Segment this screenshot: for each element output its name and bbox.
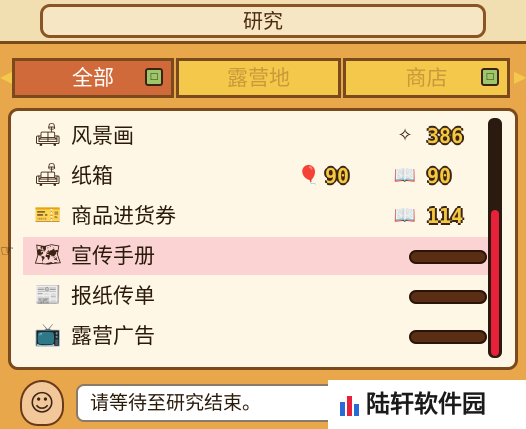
ticket-icon: 🎫 [34, 203, 62, 228]
book-icon: 📖 [393, 205, 417, 226]
research-item-name: 报纸传单 [71, 284, 155, 308]
research-item-camp-ad[interactable]: 📺 露营广告 [23, 317, 493, 355]
research-item-brochure[interactable]: 🗺 宣传手册 [23, 237, 493, 275]
research-item-name: 纸箱 [71, 164, 113, 188]
research-item-coupon[interactable]: 🎫 商品进货券 📖 114 [23, 197, 493, 235]
research-cost-value: 90 [427, 164, 452, 188]
scrollbar-thumb[interactable] [491, 210, 499, 356]
book-icon: 📖 [393, 165, 417, 186]
research-item-newspaper[interactable]: 📰 报纸传单 [23, 277, 493, 315]
research-item-name: 商品进货券 [71, 204, 176, 228]
research-cost-value: 90 [325, 164, 350, 188]
watermark-text: 陆轩软件园 [366, 390, 486, 418]
watermark: 陆轩软件园 [328, 380, 526, 429]
tab-shop[interactable]: 商店 □ [343, 58, 510, 98]
research-item-name: 风景画 [71, 124, 134, 148]
title-bar: 研究 [0, 0, 526, 44]
tab-campsite-label: 露营地 [227, 66, 290, 90]
tab-shop-label: 商店 [405, 66, 448, 90]
list-scrollbar[interactable] [488, 118, 502, 358]
status-message: 请等待至研究结束。 [90, 392, 262, 414]
research-item-name: 露营广告 [71, 324, 155, 348]
page-title: 研究 [40, 4, 486, 38]
advisor-avatar: ☺ [20, 380, 64, 426]
research-item-cardboard[interactable]: 🛋 纸箱 🎈 90 📖 90 [23, 157, 493, 195]
tab-shop-badge: □ [481, 68, 499, 86]
tab-all-label: 全部 [72, 66, 114, 90]
research-list-panel: 🛋 风景画 ✧ 386 🛋 纸箱 🎈 90 📖 90 🎫 商品进货券 📖 114… [8, 108, 518, 370]
balloon-icon: 🎈 [297, 165, 321, 186]
research-progress-bar [409, 290, 487, 304]
message-footer: ☺ 请等待至研究结束。 陆轩软件园 [0, 376, 526, 429]
research-progress-bar [409, 330, 487, 344]
research-cost-value: 386 [427, 124, 464, 148]
tab-all-badge: □ [145, 68, 163, 86]
research-progress-bar [409, 250, 487, 264]
newspaper-icon: 📰 [34, 283, 62, 308]
tv-icon: 📺 [34, 323, 62, 348]
speech-bubble: 请等待至研究结束。 [76, 384, 338, 422]
research-cost-value: 114 [427, 204, 464, 228]
sparkle-icon: ✧ [397, 125, 413, 146]
sofa-icon: 🛋 [34, 123, 62, 148]
sofa-icon: 🛋 [34, 163, 62, 188]
tab-all[interactable]: 全部 □ [12, 58, 174, 98]
tab-campsite[interactable]: 露营地 [176, 58, 341, 98]
map-icon: 🗺 [34, 243, 62, 268]
research-item-name: 宣传手册 [71, 244, 155, 268]
research-item-landscape[interactable]: 🛋 风景画 ✧ 386 [23, 117, 493, 155]
watermark-logo-icon [340, 396, 359, 416]
category-tabs: 全部 □ 露营地 商店 □ [0, 58, 526, 100]
hand-pointer-icon: ☞ [0, 241, 15, 260]
